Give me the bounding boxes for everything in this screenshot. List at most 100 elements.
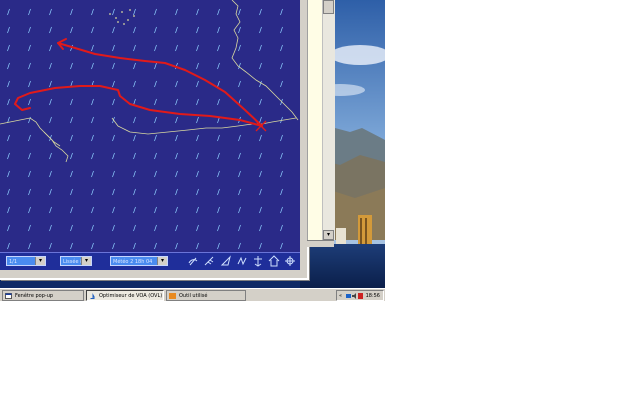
wind-arrow (280, 152, 283, 160)
vertical-scrollbar[interactable]: ▾ (322, 0, 335, 240)
wind-arrow (133, 170, 136, 178)
wind-arrow (175, 116, 178, 124)
wind-arrow (91, 188, 94, 196)
sail-icon[interactable] (220, 255, 232, 267)
wind-arrow (217, 26, 220, 34)
wind-arrow (175, 134, 178, 142)
wind-arrow (49, 206, 52, 214)
wind-icon[interactable] (187, 255, 199, 267)
wind-arrow (133, 8, 136, 16)
wind-arrow (70, 62, 73, 70)
volume-icon[interactable] (352, 293, 357, 299)
wind-arrow (7, 206, 10, 214)
wind-arrow (112, 80, 115, 88)
wind-arrow (217, 98, 220, 106)
anchor-icon[interactable] (252, 255, 264, 267)
chevron-down-icon[interactable]: ▾ (157, 257, 167, 265)
taskbar-item-label: Fenêtre pop-up (15, 293, 54, 299)
scroll-thumb[interactable] (323, 0, 334, 14)
wind-arrow (112, 206, 115, 214)
wind-arrow (196, 116, 199, 124)
scroll-down-icon[interactable]: ▾ (323, 230, 334, 240)
wind-arrow (154, 242, 157, 250)
screenshot: 1/1 ▾ Lissée 8 ▾ Météo 2 18h 04 ▾ ▾ Fenê… (0, 0, 385, 301)
wind-arrow (91, 206, 94, 214)
wind-arrow (70, 188, 73, 196)
chevron-down-icon[interactable]: ▾ (81, 257, 91, 265)
wind-arrow (49, 242, 52, 250)
taskbar-item-tool[interactable]: Outil utilisé (166, 290, 246, 301)
wind-arrow (196, 80, 199, 88)
wind-arrow (49, 80, 52, 88)
wind-arrow (154, 206, 157, 214)
tray-arrows-icon[interactable]: « (339, 293, 344, 299)
wind-arrow (49, 26, 52, 34)
wind-arrow (175, 80, 178, 88)
wind-arrow (217, 152, 220, 160)
wind-arrow (112, 8, 115, 16)
wind-arrow (154, 98, 157, 106)
smoothing-select[interactable]: Lissée 8 ▾ (60, 256, 92, 266)
wind-arrow (133, 26, 136, 34)
network-icon[interactable] (346, 293, 351, 299)
wind-arrow (175, 170, 178, 178)
wind-arrow (259, 98, 262, 106)
wind-arrow (91, 152, 94, 160)
crosshair-icon[interactable] (284, 255, 296, 267)
wind-arrow (175, 206, 178, 214)
wind-arrow (175, 26, 178, 34)
wind-arrow (49, 8, 52, 16)
wind-arrow (7, 170, 10, 178)
wind-arrow (217, 170, 220, 178)
wind-arrow (280, 134, 283, 142)
wind-arrow (28, 224, 31, 232)
wind-arrow (133, 80, 136, 88)
weather-select[interactable]: Météo 2 18h 04 ▾ (110, 256, 168, 266)
taskbar-item-optimizer[interactable]: Optimiseur de VOA (OVL) (86, 290, 164, 301)
wind-arrow (133, 134, 136, 142)
wind-arrow (175, 152, 178, 160)
wind-arrow (49, 152, 52, 160)
wind-arrow (154, 26, 157, 34)
islands (109, 9, 135, 25)
wind-arrow (133, 116, 136, 124)
wind-arrow (238, 224, 241, 232)
weather-map[interactable] (0, 0, 300, 252)
wind-arrow (238, 188, 241, 196)
wind-arrow (196, 152, 199, 160)
wind-arrow (91, 26, 94, 34)
view-select[interactable]: 1/1 ▾ (6, 256, 46, 266)
wind-arrow (133, 62, 136, 70)
wind-arrow (49, 62, 52, 70)
wind-arrow (175, 224, 178, 232)
horizontal-scrollbar[interactable] (307, 240, 334, 247)
wind-arrow (175, 188, 178, 196)
wind-arrow (112, 26, 115, 34)
wind-arrow (49, 224, 52, 232)
wind-arrow (28, 80, 31, 88)
current-icon[interactable] (236, 255, 248, 267)
home-icon[interactable] (268, 255, 280, 267)
wind-arrow (49, 44, 52, 52)
wind-arrow (196, 224, 199, 232)
wind-arrow (70, 134, 73, 142)
security-icon[interactable] (358, 293, 363, 299)
wind-arrows-grid (7, 8, 283, 250)
coastline-south (111, 117, 297, 135)
taskbar-item-popup[interactable]: Fenêtre pop-up (2, 290, 84, 301)
wind-arrow (280, 206, 283, 214)
coastline-west-2 (43, 131, 61, 147)
wind-arrow (280, 170, 283, 178)
wind-arrow (49, 98, 52, 106)
map-canvas[interactable] (0, 0, 300, 252)
wind-arrow (154, 224, 157, 232)
wind-arrow (259, 242, 262, 250)
wind-arrow (259, 224, 262, 232)
barb-icon[interactable] (203, 255, 215, 267)
chevron-down-icon[interactable]: ▾ (35, 257, 45, 265)
wind-arrow (154, 62, 157, 70)
wind-arrow (112, 152, 115, 160)
wind-arrow (280, 80, 283, 88)
wind-arrow (217, 224, 220, 232)
wind-arrow (112, 242, 115, 250)
